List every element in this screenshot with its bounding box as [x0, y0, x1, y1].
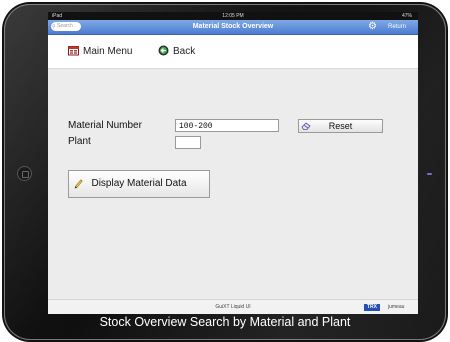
plant-input[interactable]: [175, 136, 201, 149]
ipad-frame: iPad 12:05 PM 47% ⚲ Search Material Stoc…: [4, 4, 446, 340]
toolbar: Main Menu Back: [48, 35, 418, 69]
image-caption: Stock Overview Search by Material and Pl…: [99, 315, 351, 329]
app-screen: iPad 12:05 PM 47% ⚲ Search Material Stoc…: [48, 12, 418, 314]
back-label: Back: [173, 46, 196, 57]
reset-label: Reset: [328, 121, 353, 131]
camera-indicator: [427, 173, 432, 175]
battery-level: 47%: [401, 13, 412, 19]
eraser-icon: [301, 122, 311, 130]
plant-label: Plant: [68, 136, 91, 147]
page-title: Material Stock Overview: [192, 23, 274, 30]
back-arrow-icon: [158, 45, 169, 56]
pencil-icon: [74, 179, 83, 189]
status-bar: iPad 12:05 PM 47%: [48, 12, 418, 20]
display-label: Display Material Data: [91, 178, 187, 189]
return-button[interactable]: Return: [388, 20, 406, 34]
main-menu-label: Main Menu: [83, 46, 133, 57]
form-area: Material Number 100-200 Plant Reset Disp…: [48, 69, 418, 299]
gear-icon[interactable]: ⚙: [368, 21, 377, 33]
transaction-badge: TRX: [364, 304, 380, 311]
clock: 12:05 PM: [222, 13, 244, 19]
material-number-input[interactable]: 100-200: [175, 119, 279, 132]
main-menu-button[interactable]: Main Menu: [68, 45, 132, 59]
back-button[interactable]: Back: [158, 45, 195, 59]
title-bar: ⚲ Search Material Stock Overview ⚙ Retur…: [48, 20, 418, 35]
display-material-data-button[interactable]: Display Material Data: [68, 170, 210, 198]
reset-button[interactable]: Reset: [298, 119, 383, 133]
menu-icon: [68, 46, 79, 56]
material-number-label: Material Number: [68, 120, 142, 131]
home-button[interactable]: [17, 166, 32, 181]
